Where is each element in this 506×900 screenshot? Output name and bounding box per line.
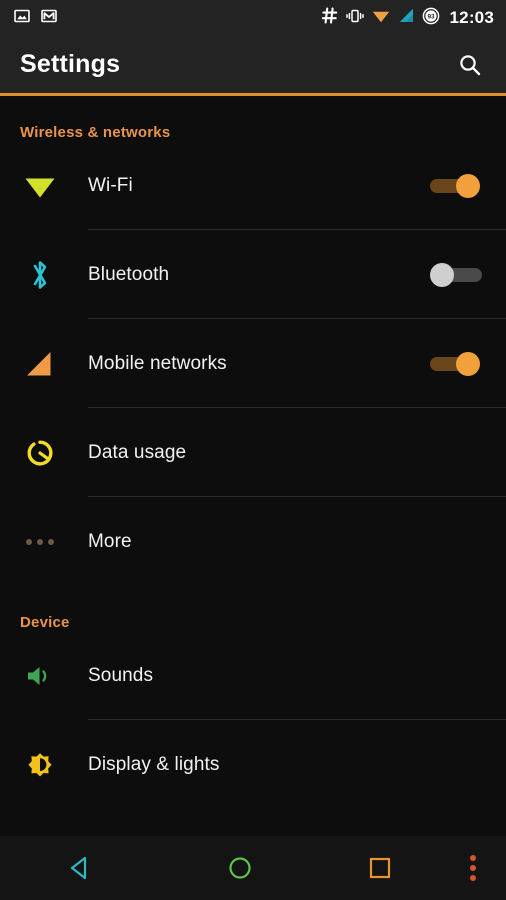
home-circle-icon [229, 857, 251, 879]
settings-item-data-usage[interactable]: Data usage [0, 408, 506, 497]
status-bar-clock: 12:03 [449, 8, 494, 27]
screenshot-icon [14, 8, 30, 29]
settings-item-label: Bluetooth [88, 263, 170, 285]
display-icon [20, 745, 60, 785]
section-header-wireless: Wireless & networks [20, 124, 171, 141]
settings-item-more[interactable]: More [0, 497, 506, 586]
section-header-device: Device [20, 614, 70, 631]
mobile-networks-toggle[interactable] [430, 350, 482, 378]
settings-item-label: Display & lights [88, 753, 220, 775]
settings-item-display-lights[interactable]: Display & lights [0, 720, 506, 809]
gmail-icon [41, 8, 57, 29]
search-icon [460, 54, 481, 75]
dot [48, 538, 54, 545]
wifi-toggle[interactable] [430, 172, 482, 200]
nav-menu-button[interactable] [440, 855, 506, 881]
data-usage-icon [20, 433, 60, 473]
settings-item-label: Wi-Fi [88, 174, 133, 196]
dot [26, 538, 32, 545]
settings-item-label: Sounds [88, 664, 154, 686]
settings-item-label: Mobile networks [88, 352, 227, 374]
recents-square-icon [369, 857, 391, 879]
dot [470, 865, 476, 871]
settings-item-sounds[interactable]: Sounds [0, 631, 506, 720]
toggle-thumb [456, 173, 480, 198]
nav-back-button[interactable] [0, 854, 160, 882]
wifi-icon [20, 166, 60, 206]
search-button[interactable] [452, 47, 488, 83]
settings-item-bluetooth[interactable]: Bluetooth [0, 230, 506, 319]
app-bar: Settings [0, 36, 506, 93]
settings-list: Wireless & networks Wi-Fi Bluetooth Mobi… [0, 96, 506, 900]
settings-screen: 93 12:03 Settings Wireless & networks Wi… [0, 0, 506, 900]
mobile-network-icon [20, 344, 60, 384]
sound-icon [20, 656, 60, 696]
more-icon [20, 522, 60, 562]
status-bar: 93 12:03 [0, 0, 506, 36]
settings-item-label: More [88, 530, 132, 552]
page-title: Settings [20, 50, 121, 78]
bluetooth-icon [20, 255, 60, 295]
navigation-bar [0, 836, 506, 900]
dot [470, 855, 476, 861]
nav-recents-button[interactable] [320, 855, 440, 881]
dot [37, 538, 43, 545]
toggle-thumb [430, 262, 454, 287]
toggle-thumb [456, 351, 480, 376]
wifi-status-icon [372, 8, 390, 28]
settings-item-label: Data usage [88, 441, 187, 463]
settings-item-wifi[interactable]: Wi-Fi [0, 141, 506, 230]
status-bar-system-icons: 93 12:03 [321, 7, 494, 30]
settings-item-mobile-networks[interactable]: Mobile networks [0, 319, 506, 408]
battery-level-text: 93 [427, 13, 435, 20]
back-triangle-icon [70, 856, 87, 880]
vibrate-icon [345, 8, 364, 29]
bluetooth-toggle[interactable] [430, 261, 482, 289]
nav-home-button[interactable] [160, 854, 320, 882]
dot [470, 875, 476, 881]
status-bar-notifications [14, 8, 57, 29]
cell-signal-icon [398, 8, 414, 28]
hash-icon [321, 7, 338, 29]
overflow-menu-icon [470, 855, 476, 881]
battery-icon: 93 [422, 7, 440, 30]
